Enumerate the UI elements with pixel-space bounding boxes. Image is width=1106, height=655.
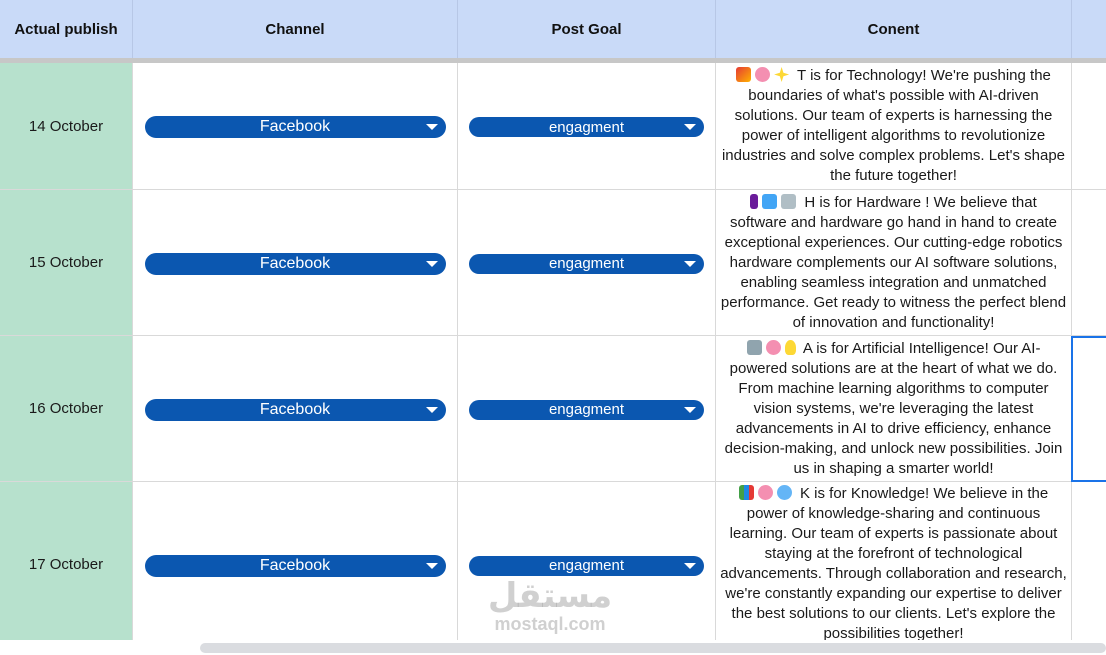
header-channel-label: Channel bbox=[265, 20, 325, 38]
channel-cell[interactable]: Facebook bbox=[133, 63, 458, 190]
content-text: A is for Artificial Intelligence! Our AI… bbox=[724, 339, 1063, 477]
content-text: K is for Knowledge! We believe in the po… bbox=[720, 485, 1067, 640]
content-text-block: A is for Artificial Intelligence! Our AI… bbox=[720, 339, 1067, 479]
microscope-icon bbox=[781, 193, 797, 209]
globe-icon bbox=[776, 485, 792, 500]
content-text-block: T is for Technology! We're pushing the b… bbox=[720, 66, 1067, 186]
header-extra[interactable] bbox=[1072, 0, 1106, 58]
channel-dropdown-chip[interactable]: Facebook bbox=[144, 398, 446, 421]
goal-dropdown-chip[interactable]: engagment bbox=[469, 555, 704, 576]
sparkles-icon bbox=[774, 67, 790, 82]
goal-cell[interactable]: engagment bbox=[458, 190, 716, 336]
watermark-latin: mostaql.com bbox=[494, 614, 606, 634]
channel-dropdown-chip[interactable]: Facebook bbox=[144, 554, 446, 577]
goal-cell[interactable]: engagment bbox=[458, 336, 716, 482]
extra-cell[interactable] bbox=[1072, 482, 1106, 640]
dropdown-arrow-icon bbox=[684, 406, 696, 413]
channel-cell[interactable]: Facebook bbox=[133, 336, 458, 482]
header-actual-publish-label: Actual publish bbox=[14, 20, 118, 38]
spreadsheet-grid: Actual publish Channel Post Goal Conent … bbox=[0, 0, 1106, 640]
rocket-icon bbox=[736, 67, 752, 82]
robot-icon bbox=[746, 339, 762, 355]
channel-cell[interactable]: Facebook bbox=[133, 482, 458, 640]
goal-value: engagment bbox=[548, 401, 625, 418]
header-content-label: Conent bbox=[867, 20, 920, 38]
goal-dropdown-chip[interactable]: engagment bbox=[469, 253, 704, 274]
goal-dropdown-chip[interactable]: engagment bbox=[469, 117, 704, 137]
date-cell[interactable]: 17 October bbox=[0, 482, 133, 640]
content-cell[interactable]: A is for Artificial Intelligence! Our AI… bbox=[716, 336, 1072, 482]
content-text-block: H is for Hardware ! We believe that soft… bbox=[720, 193, 1067, 333]
dropdown-arrow-icon bbox=[425, 260, 438, 267]
date-text: 17 October bbox=[28, 556, 104, 573]
header-post-goal[interactable]: Post Goal bbox=[458, 0, 716, 58]
books-icon bbox=[738, 485, 754, 500]
content-text: T is for Technology! We're pushing the b… bbox=[721, 67, 1066, 184]
content-text-block: K is for Knowledge! We believe in the po… bbox=[720, 484, 1067, 640]
brain-icon bbox=[755, 67, 771, 82]
date-cell[interactable]: 15 October bbox=[0, 190, 133, 336]
light-bulb-icon bbox=[784, 339, 796, 355]
channel-value: Facebook bbox=[259, 118, 331, 135]
content-cell[interactable]: K is for Knowledge! We believe in the po… bbox=[716, 482, 1072, 640]
dropdown-arrow-icon bbox=[425, 562, 438, 569]
goal-value: engagment bbox=[548, 557, 625, 574]
table-row: 14 October Facebook engagment T is for T… bbox=[0, 63, 1106, 190]
header-actual-publish[interactable]: Actual publish bbox=[0, 0, 133, 58]
brain-icon bbox=[757, 485, 773, 500]
extra-cell[interactable] bbox=[1072, 190, 1106, 336]
selected-cell-outline bbox=[1071, 336, 1106, 482]
channel-value: Facebook bbox=[259, 556, 331, 574]
header-channel[interactable]: Channel bbox=[133, 0, 458, 58]
date-cell[interactable]: 16 October bbox=[0, 336, 133, 482]
header-post-goal-label: Post Goal bbox=[551, 20, 622, 38]
goal-dropdown-chip[interactable]: engagment bbox=[469, 399, 704, 420]
extra-cell[interactable] bbox=[1072, 63, 1106, 190]
header-content[interactable]: Conent bbox=[716, 0, 1072, 58]
date-text: 14 October bbox=[28, 117, 104, 135]
dropdown-arrow-icon bbox=[684, 260, 696, 267]
channel-value: Facebook bbox=[259, 400, 331, 418]
watermark-logo: مستقل mostaql.com bbox=[470, 578, 630, 634]
dropdown-arrow-icon bbox=[425, 406, 438, 413]
content-cell[interactable]: T is for Technology! We're pushing the b… bbox=[716, 63, 1072, 190]
content-cell[interactable]: H is for Hardware ! We believe that soft… bbox=[716, 190, 1072, 336]
goal-value: engagment bbox=[548, 255, 625, 272]
brain-icon bbox=[765, 339, 781, 355]
table-row: 16 October Facebook engagment A is for A… bbox=[0, 336, 1106, 482]
dropdown-arrow-icon bbox=[425, 124, 438, 130]
date-text: 15 October bbox=[28, 254, 104, 271]
goal-cell[interactable]: engagment bbox=[458, 63, 716, 190]
horizontal-scrollbar-thumb[interactable] bbox=[200, 643, 1106, 653]
goal-value: engagment bbox=[548, 118, 625, 136]
date-text: 16 October bbox=[28, 400, 104, 417]
channel-dropdown-chip[interactable]: Facebook bbox=[144, 116, 446, 138]
channel-dropdown-chip[interactable]: Facebook bbox=[144, 252, 446, 275]
date-cell[interactable]: 14 October bbox=[0, 63, 133, 190]
plug-icon bbox=[750, 193, 759, 209]
header-row: Actual publish Channel Post Goal Conent bbox=[0, 0, 1106, 58]
computer-icon bbox=[762, 193, 778, 209]
content-text: H is for Hardware ! We believe that soft… bbox=[720, 193, 1067, 331]
table-row: 15 October Facebook engagment H is for H… bbox=[0, 190, 1106, 336]
channel-cell[interactable]: Facebook bbox=[133, 190, 458, 336]
channel-value: Facebook bbox=[259, 254, 331, 272]
watermark-arabic: مستقل bbox=[487, 577, 613, 615]
dropdown-arrow-icon bbox=[684, 124, 696, 130]
dropdown-arrow-icon bbox=[684, 562, 696, 569]
